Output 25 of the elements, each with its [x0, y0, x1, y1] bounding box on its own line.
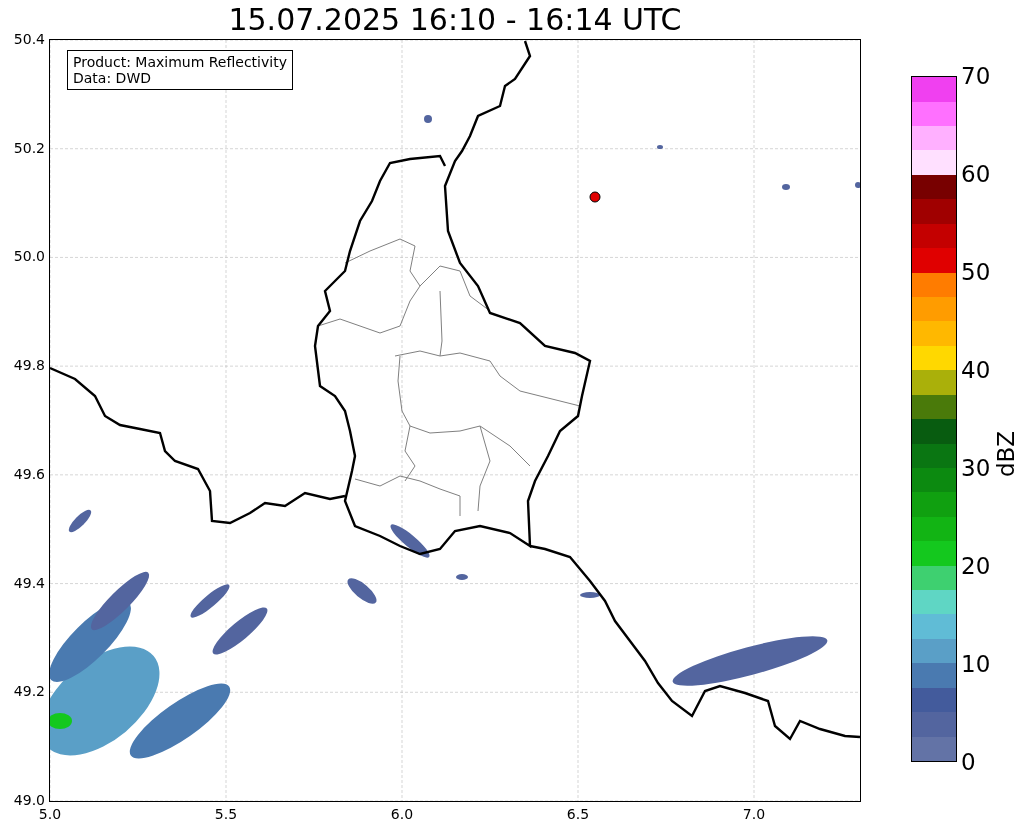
colorbar-tick-label: 50 [961, 259, 991, 285]
y-tick-label: 49.4 [13, 574, 45, 591]
colorbar-tick-label: 60 [961, 161, 991, 187]
y-tick-label: 49.8 [13, 357, 45, 374]
colorbar-tick-label: 40 [961, 357, 991, 383]
colorbar-tick-label: 70 [961, 63, 991, 89]
y-tick-label: 50.4 [13, 31, 45, 47]
colorbar-tick-label: 30 [961, 455, 991, 481]
y-tick-label: 50.0 [13, 248, 45, 265]
y-tick-label: 49.0 [13, 792, 45, 808]
info-text: Product: Maximum Reflectivity [73, 54, 287, 70]
location-marker [589, 191, 601, 203]
info-text: Data: DWD [73, 70, 152, 86]
x-tick-label: 7.0 [742, 806, 766, 822]
x-tick-label: 6.5 [566, 806, 590, 822]
x-tick-label: 6.0 [390, 806, 414, 822]
colorbar-tick-label: 10 [961, 651, 991, 677]
y-tick-label: 49.2 [13, 683, 45, 700]
colorbar-tick-label: 0 [961, 749, 976, 775]
x-tick-label: 5.5 [214, 806, 238, 822]
colorbar-label: dBZ [993, 430, 1019, 478]
y-tick-label: 49.6 [13, 465, 45, 482]
y-tick-label: 50.2 [13, 139, 45, 156]
colorbar-tick-label: 20 [961, 553, 991, 579]
x-tick-label: 5.0 [38, 806, 62, 822]
